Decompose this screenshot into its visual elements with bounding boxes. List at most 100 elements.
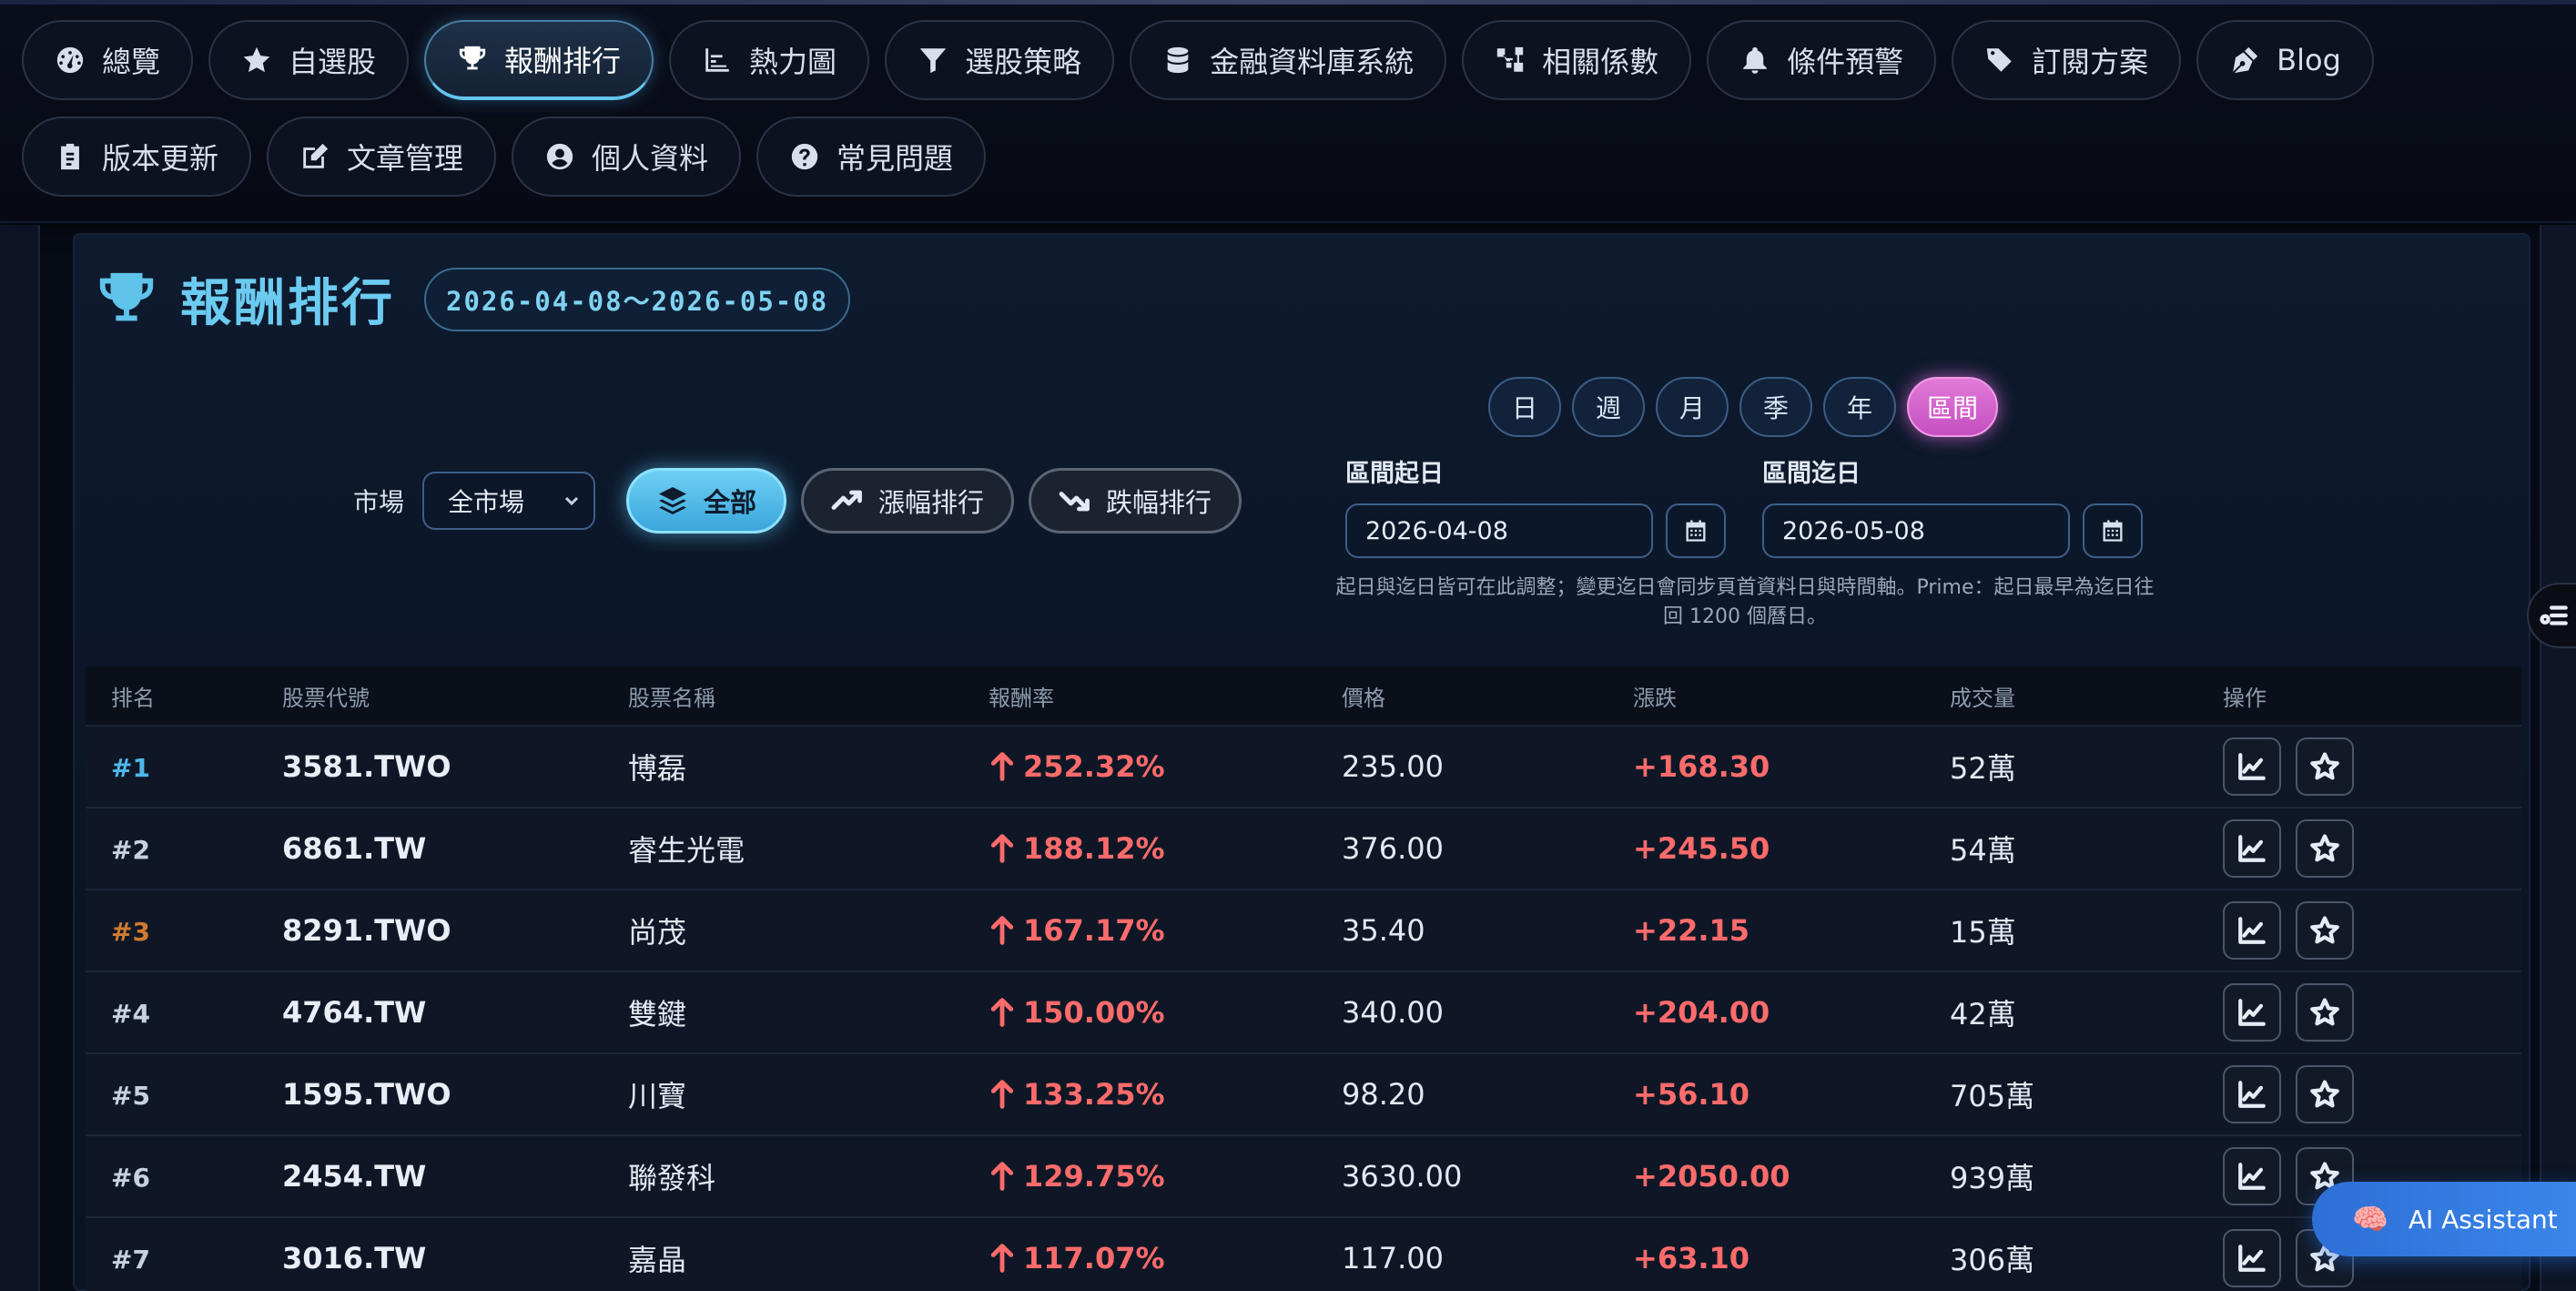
volume-cell: 54萬	[1950, 833, 2016, 868]
volume-cell: 306萬	[1950, 1243, 2035, 1277]
stock-code-cell[interactable]: 3581.TWO	[282, 749, 451, 784]
nav-item-return-ranking[interactable]: 報酬排行	[424, 20, 654, 100]
view-chart-button[interactable]	[2223, 1147, 2281, 1205]
stock-code-cell[interactable]: 8291.TWO	[282, 913, 451, 948]
nav-item-label: Blog	[2277, 43, 2341, 77]
change-cell: +56.10	[1633, 1077, 1750, 1112]
table-row[interactable]: #6 2454.TW 聯發科 129.75% 3630.00 +2050.00 939萬	[86, 1136, 2521, 1218]
add-watchlist-button[interactable]	[2296, 901, 2354, 960]
view-chart-button[interactable]	[2223, 1229, 2281, 1287]
line-chart-icon	[2238, 753, 2266, 780]
period-day-button[interactable]: 日	[1488, 377, 1561, 437]
stock-code-cell[interactable]: 1595.TWO	[282, 1077, 451, 1112]
header-volume: 成交量	[1950, 685, 2015, 711]
header-rank: 排名	[111, 685, 155, 711]
stock-code-cell[interactable]: 2454.TW	[282, 1159, 426, 1194]
return-cell: 167.17%	[989, 913, 1342, 948]
return-cell: 252.32%	[989, 749, 1342, 784]
range-start-label: 區間起日	[1345, 460, 1444, 488]
table-row[interactable]: #7 3016.TW 嘉晶 117.07% 117.00 +63.10 306萬	[86, 1218, 2521, 1291]
period-month-button[interactable]: 月	[1656, 377, 1729, 437]
star-outline-icon	[2310, 916, 2339, 944]
gainers-ranking-button[interactable]: 漲幅排行	[801, 468, 1015, 534]
calendar-icon	[1686, 520, 1706, 542]
nav-item-profile[interactable]: 個人資料	[512, 117, 742, 197]
table-row[interactable]: #2 6861.TW 睿生光電 188.12% 376.00 +245.50 54萬	[86, 808, 2521, 890]
nav-item-article-management[interactable]: 文章管理	[267, 117, 497, 197]
header-code: 股票代號	[282, 685, 370, 711]
period-range-button[interactable]: 區間	[1907, 377, 1999, 437]
header-actions: 操作	[2223, 685, 2267, 711]
nav-menu: 總覽 自選股 報酬排行 熱力圖 選股策略 金融資料庫系統 相關係數 條件預警 訂…	[22, 20, 2561, 197]
nav-item-label: 版本更新	[102, 141, 219, 176]
arrow-up-icon	[990, 834, 1014, 863]
tag-icon	[1986, 48, 2012, 72]
nav-item-label: 報酬排行	[504, 44, 622, 78]
period-week-button[interactable]: 週	[1572, 377, 1645, 437]
nav-item-heatmap[interactable]: 熱力圖	[669, 20, 870, 100]
stock-code-cell[interactable]: 3016.TW	[282, 1241, 426, 1276]
table-header: 排名 股票代號 股票名稱 報酬率 價格 漲跌 成交量 操作	[86, 666, 2521, 727]
table-row[interactable]: #1 3581.TWO 博磊 252.32% 235.00 +168.30 52萬	[86, 727, 2521, 808]
range-end-calendar-button[interactable]	[2083, 503, 2143, 558]
add-watchlist-button[interactable]	[2296, 983, 2354, 1042]
rank-cell: #2	[111, 835, 150, 865]
range-start-input[interactable]: 2026-04-08	[1345, 503, 1653, 558]
nav-item-subscription[interactable]: 訂閱方案	[1952, 20, 2182, 100]
table-row[interactable]: #3 8291.TWO 尚茂 167.17% 35.40 +22.15 15萬	[86, 890, 2521, 972]
return-cell: 129.75%	[989, 1159, 1342, 1194]
nav-item-faq[interactable]: 常見問題	[756, 117, 987, 197]
nav-item-financial-database[interactable]: 金融資料庫系統	[1130, 20, 1447, 100]
add-watchlist-button[interactable]	[2296, 737, 2354, 796]
volume-cell: 939萬	[1950, 1161, 2035, 1195]
add-watchlist-button[interactable]	[2296, 1065, 2354, 1123]
return-cell: 117.07%	[989, 1241, 1342, 1276]
nav-item-overview[interactable]: 總覽	[22, 20, 194, 100]
price-cell: 98.20	[1342, 1077, 1425, 1112]
period-quarter-button[interactable]: 季	[1739, 377, 1812, 437]
change-cell: +22.15	[1633, 913, 1750, 948]
losers-ranking-button[interactable]: 跌幅排行	[1029, 468, 1242, 534]
nav-item-stock-screener[interactable]: 選股策略	[885, 20, 1115, 100]
header-change: 漲跌	[1633, 685, 1677, 711]
range-start-calendar-button[interactable]	[1666, 503, 1726, 558]
view-chart-button[interactable]	[2223, 901, 2281, 960]
arrow-up-icon	[990, 1244, 1014, 1273]
nav-item-alerts[interactable]: 條件預警	[1707, 20, 1937, 100]
nav-item-label: 相關係數	[1542, 45, 1659, 79]
ranking-panel: 報酬排行 2026-04-08～2026-05-08 日 週 月 季 年 區間 …	[73, 233, 2530, 1291]
stock-code-cell[interactable]: 4764.TW	[282, 995, 426, 1030]
stock-name-cell: 嘉晶	[628, 1243, 687, 1277]
rank-cell: #1	[111, 753, 150, 783]
all-button[interactable]: 全部	[626, 468, 787, 534]
change-cell: +245.50	[1633, 831, 1770, 866]
table-row[interactable]: #5 1595.TWO 川寶 133.25% 98.20 +56.10 705萬	[86, 1054, 2521, 1136]
range-end-input[interactable]: 2026-05-08	[1762, 503, 2070, 558]
view-chart-button[interactable]	[2223, 819, 2281, 878]
nav-item-release-notes[interactable]: 版本更新	[22, 117, 252, 197]
view-chart-button[interactable]	[2223, 1065, 2281, 1123]
nav-item-correlation[interactable]: 相關係數	[1462, 20, 1692, 100]
nav-item-blog[interactable]: Blog	[2196, 20, 2374, 100]
trophy-icon	[459, 46, 486, 70]
arrow-up-icon	[990, 1080, 1014, 1109]
view-chart-button[interactable]	[2223, 983, 2281, 1042]
view-chart-button[interactable]	[2223, 737, 2281, 796]
return-value: 117.07%	[1023, 1241, 1165, 1276]
return-value: 133.25%	[1023, 1077, 1165, 1112]
price-cell: 3630.00	[1342, 1159, 1463, 1194]
ai-assistant-label: AI Assistant	[2408, 1204, 2558, 1235]
stock-name-cell: 聯發科	[628, 1161, 716, 1195]
ai-assistant-button[interactable]: 🧠 AI Assistant	[2312, 1182, 2576, 1256]
return-value: 167.17%	[1023, 913, 1165, 948]
table-row[interactable]: #4 4764.TW 雙鍵 150.00% 340.00 +204.00 42萬	[86, 972, 2521, 1054]
period-year-button[interactable]: 年	[1823, 377, 1896, 437]
price-cell: 117.00	[1342, 1241, 1444, 1276]
market-select[interactable]: 全市場	[422, 472, 596, 530]
stock-code-cell[interactable]: 6861.TW	[282, 831, 426, 866]
nav-item-watchlist[interactable]: 自選股	[208, 20, 410, 100]
add-watchlist-button[interactable]	[2296, 819, 2354, 878]
price-cell: 340.00	[1342, 995, 1444, 1030]
volume-cell: 42萬	[1950, 997, 2016, 1032]
side-panel-toggle[interactable]	[2527, 583, 2576, 648]
